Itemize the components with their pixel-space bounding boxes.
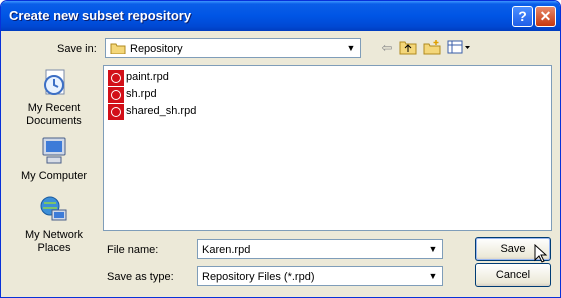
file-name: sh.rpd <box>126 88 157 100</box>
save-as-type-dropdown[interactable]: Repository Files (*.rpd) ▼ <box>197 266 443 286</box>
chevron-down-icon[interactable]: ▼ <box>424 268 441 284</box>
file-name: paint.rpd <box>126 71 169 83</box>
save-in-value: Repository <box>130 43 183 55</box>
place-label-line1: My Recent <box>27 102 81 114</box>
title-bar[interactable]: Create new subset repository ? ✕ <box>1 1 560 31</box>
view-menu-icon[interactable] <box>447 39 471 57</box>
dialog-title: Create new subset repository <box>9 8 192 23</box>
rpd-file-icon <box>108 87 124 103</box>
file-name: shared_sh.rpd <box>126 105 197 117</box>
place-label-line1: My Computer <box>20 170 88 182</box>
place-my-recent-documents[interactable]: My Recent Documents <box>12 67 96 128</box>
save-as-type-label: Save as type: <box>107 271 174 283</box>
save-dialog: Create new subset repository ? ✕ Save in… <box>0 0 561 298</box>
file-list[interactable]: paint.rpd sh.rpd shared_sh.rpd <box>103 65 552 231</box>
chevron-down-icon[interactable]: ▼ <box>342 40 359 56</box>
back-arrow-icon[interactable]: ⇦ <box>379 39 395 57</box>
file-name-value: Karen.rpd <box>202 244 251 256</box>
folder-icon <box>110 42 126 57</box>
chevron-down-icon[interactable]: ▼ <box>424 241 441 257</box>
rpd-file-icon <box>108 70 124 86</box>
up-folder-icon[interactable] <box>399 39 417 57</box>
save-in-label: Save in: <box>57 43 97 55</box>
places-bar: My Recent Documents My Computer My Netwo… <box>12 63 96 289</box>
cancel-button[interactable]: Cancel <box>475 263 551 287</box>
place-label-line2: Places <box>37 242 71 254</box>
save-in-dropdown[interactable]: Repository ▼ <box>105 38 361 58</box>
place-label-line2: Documents <box>26 115 82 127</box>
network-icon <box>38 194 70 226</box>
place-my-network-places[interactable]: My Network Places <box>12 194 96 255</box>
place-label-line1: My Network <box>24 229 84 241</box>
computer-icon <box>38 135 70 167</box>
file-name-label: File name: <box>107 244 159 256</box>
file-name-input[interactable]: Karen.rpd ▼ <box>197 239 443 259</box>
new-folder-icon[interactable] <box>423 39 441 57</box>
save-as-type-value: Repository Files (*.rpd) <box>202 271 315 283</box>
recent-documents-icon <box>38 67 70 99</box>
help-button[interactable]: ? <box>512 6 533 27</box>
close-button[interactable]: ✕ <box>535 6 556 27</box>
place-my-computer[interactable]: My Computer <box>12 135 96 183</box>
rpd-file-icon <box>108 104 124 120</box>
